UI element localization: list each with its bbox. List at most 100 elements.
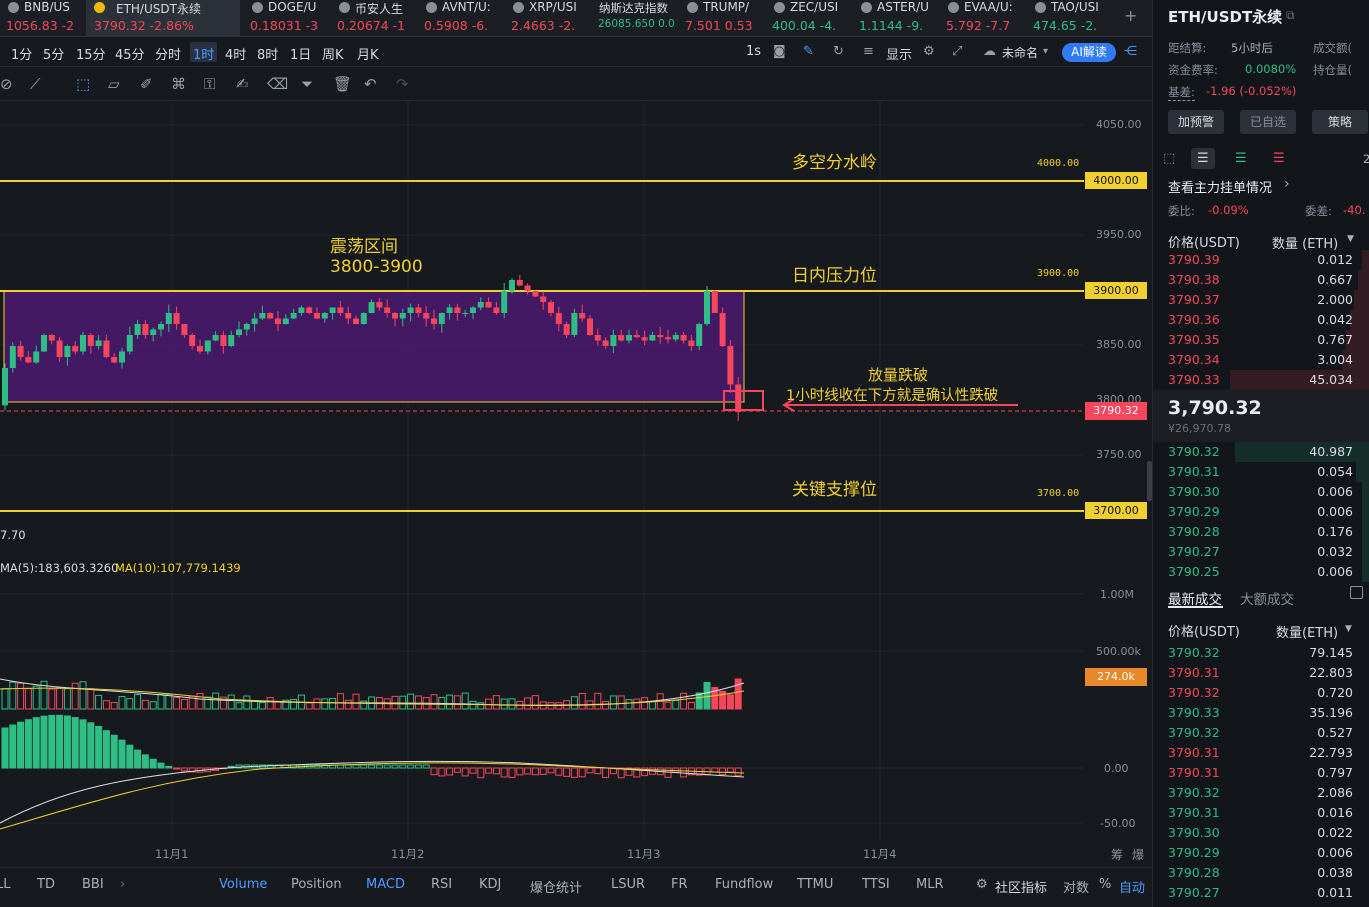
timeframe-month[interactable]: 月K xyxy=(354,42,382,63)
log-scale-toggle[interactable]: 对数 xyxy=(1063,877,1089,896)
annotation-breakdown[interactable]: 放量跌破 xyxy=(868,364,928,385)
favorite-button[interactable]: 已自选 xyxy=(1240,110,1296,134)
orderbook-asks-icon[interactable]: ☰ xyxy=(1273,151,1285,166)
note-icon[interactable]: ✍ xyxy=(236,75,249,93)
share-icon[interactable]: ⋲ xyxy=(1124,44,1137,59)
ai-analysis-button[interactable]: AI解读 xyxy=(1062,43,1116,62)
tab-ttmu[interactable]: TTMU xyxy=(797,877,833,892)
annotation-watershed[interactable]: 多空分水岭 xyxy=(792,148,877,173)
chevron-down-icon[interactable]: ▼ xyxy=(1345,624,1352,634)
annotation-support[interactable]: 关键支撑位 xyxy=(792,475,877,500)
annotation-resistance[interactable]: 日内压力位 xyxy=(792,261,877,286)
add-alert-button[interactable]: 加预警 xyxy=(1168,110,1224,134)
filter-icon[interactable]: ⏷ xyxy=(301,75,313,93)
price-axis[interactable] xyxy=(1084,101,1152,867)
pen-icon[interactable]: ✎ xyxy=(803,44,814,59)
timeframe-1m[interactable]: 1分 xyxy=(8,42,35,63)
tab-ttsi[interactable]: TTSI xyxy=(862,877,890,892)
orderbook-ask-row[interactable]: 3790.37 2.000 xyxy=(1153,290,1369,310)
add-ticker-icon[interactable]: + xyxy=(1124,6,1137,25)
chevron-right-icon[interactable]: › xyxy=(1284,176,1290,192)
chevron-down-icon[interactable]: ▾ xyxy=(1043,46,1048,57)
orderbook-bid-row[interactable]: 3790.25 0.006 xyxy=(1153,562,1369,582)
timeframe-45m[interactable]: 45分 xyxy=(112,42,148,63)
redo-icon[interactable]: ↷ xyxy=(396,75,409,93)
tab-kdj[interactable]: KDJ xyxy=(479,877,501,892)
cross-line-icon[interactable]: ⊘ xyxy=(0,75,13,93)
ticker-item-active[interactable]: ETH/USDT永续 3790.32 -2.86% xyxy=(86,0,240,36)
menu-icon[interactable]: ≡ xyxy=(863,44,874,59)
orderbook-ask-row[interactable]: 3790.38 0.667 xyxy=(1153,270,1369,290)
timeframe-1h[interactable]: 1时 xyxy=(190,42,218,63)
ticker-item[interactable]: XRP/USI 2.4663 -2. xyxy=(505,0,592,36)
tab-rsi[interactable]: RSI xyxy=(431,877,452,892)
community-icon[interactable]: ⚙ xyxy=(976,877,988,892)
community-indicators-button[interactable]: 社区指标 xyxy=(995,877,1047,896)
orderbook-ask-row[interactable]: 3790.39 0.012 xyxy=(1153,250,1369,270)
chevron-down-icon[interactable]: ▼ xyxy=(1347,234,1354,244)
copy-icon[interactable]: ⧉ xyxy=(1286,8,1295,23)
annotation-range-title[interactable]: 震荡区间 xyxy=(330,232,398,257)
orderbook-bids-icon[interactable]: ☰ xyxy=(1235,151,1247,166)
brush-icon[interactable]: ✐ xyxy=(140,75,153,93)
orderbook-ask-row[interactable]: 3790.35 0.767 xyxy=(1153,330,1369,350)
precision-selector[interactable]: 2 xyxy=(1363,152,1369,166)
ticker-item[interactable]: ZEC/USI 400.04 -4. xyxy=(766,0,853,36)
orderbook-ask-row[interactable]: 3790.33 45.034 xyxy=(1153,370,1369,390)
interval-selector[interactable]: 1s xyxy=(743,42,764,62)
display-button[interactable]: 显示 xyxy=(883,42,915,63)
timeframe-4h[interactable]: 4时 xyxy=(222,42,249,63)
timeframe-timeline[interactable]: 分时 xyxy=(152,42,184,63)
ticker-item[interactable]: 纳斯达克指数 26085.650 0.0 xyxy=(592,0,679,36)
orderbook-bid-row[interactable]: 3790.30 0.006 xyxy=(1153,482,1369,502)
ticker-item[interactable]: TRUMP/7.501 0.53 xyxy=(679,0,766,36)
ticker-item[interactable]: DOGE/U 0.18031 -3 xyxy=(244,0,331,36)
auto-scale-toggle[interactable]: 自动 xyxy=(1119,877,1145,896)
orderbook-bid-row[interactable]: 3790.31 0.054 xyxy=(1153,462,1369,482)
filter-checkbox[interactable] xyxy=(1350,586,1363,599)
fullscreen-icon[interactable]: ⤢ xyxy=(952,44,962,59)
orderbook-bid-row[interactable]: 3790.28 0.176 xyxy=(1153,522,1369,542)
chip-toggle[interactable]: 筹 xyxy=(1111,846,1123,863)
ticker-item[interactable]: EVAA/U: 5.792 -7.7 xyxy=(940,0,1027,36)
orderbook-bid-row[interactable]: 3790.27 0.032 xyxy=(1153,542,1369,562)
tab-position[interactable]: Position xyxy=(291,877,342,892)
select-icon[interactable]: ⬚ xyxy=(76,75,90,93)
ticker-item[interactable]: BNB/US 1056.83 -2 xyxy=(0,0,84,36)
tab-mlr[interactable]: MLR xyxy=(916,877,944,892)
annotation-range-value[interactable]: 3800-3900 xyxy=(330,257,423,277)
undo-icon[interactable]: ↶ xyxy=(364,75,377,93)
camera-icon[interactable]: ◙ xyxy=(773,44,786,59)
timeframe-week[interactable]: 周K xyxy=(319,42,347,63)
percent-scale-toggle[interactable]: % xyxy=(1099,877,1111,892)
strategy-button[interactable]: 策略 xyxy=(1312,110,1368,134)
orderbook-bid-row[interactable]: 3790.32 40.987 xyxy=(1153,442,1369,462)
tab-liquidation[interactable]: 爆仓统计 xyxy=(530,877,582,896)
tab-fundflow[interactable]: Fundflow xyxy=(715,877,773,892)
tab-volume[interactable]: Volume xyxy=(219,877,267,892)
pattern-icon[interactable]: ⌘ xyxy=(171,75,186,93)
trades-qty-header[interactable]: 数量(ETH) xyxy=(1276,622,1338,641)
lock-icon[interactable]: ⚿ xyxy=(204,75,215,93)
tab-lsur[interactable]: LSUR xyxy=(611,877,645,892)
tab-indicator[interactable]: TD xyxy=(37,877,55,892)
liquidation-toggle[interactable]: 爆 xyxy=(1132,846,1144,863)
ticker-item[interactable]: 币安人生 0.20674 -1 xyxy=(331,0,418,36)
layout-name[interactable]: 未命名 xyxy=(999,42,1041,62)
tab-latest-trades[interactable]: 最新成交 xyxy=(1168,588,1222,608)
cloud-icon[interactable]: ☁ xyxy=(983,44,996,59)
ticker-item[interactable]: AVNT/U: 0.5908 -6. xyxy=(418,0,505,36)
timeframe-15m[interactable]: 15分 xyxy=(73,42,109,63)
ticker-item[interactable]: ASTER/U 1.1144 -9. xyxy=(853,0,940,36)
orderbook-bid-row[interactable]: 3790.29 0.006 xyxy=(1153,502,1369,522)
tab-macd[interactable]: MACD xyxy=(366,877,405,892)
price-chart[interactable]: 4050.00 3950.00 3850.00 3800.00 3750.00 … xyxy=(0,101,1152,867)
magnet-icon[interactable]: ⟋ xyxy=(30,75,41,93)
timeframe-1d[interactable]: 1日 xyxy=(287,42,314,63)
chart-canvas[interactable] xyxy=(0,101,1152,867)
whale-orders-link[interactable]: 查看主力挂单情况 xyxy=(1168,177,1272,196)
orderbook-ask-row[interactable]: 3790.34 3.004 xyxy=(1153,350,1369,370)
annotation-confirm[interactable]: 1小时线收在下方就是确认性跌破 xyxy=(786,384,998,405)
timeframe-8h[interactable]: 8时 xyxy=(254,42,281,63)
chevron-right-icon[interactable]: › xyxy=(120,877,125,892)
